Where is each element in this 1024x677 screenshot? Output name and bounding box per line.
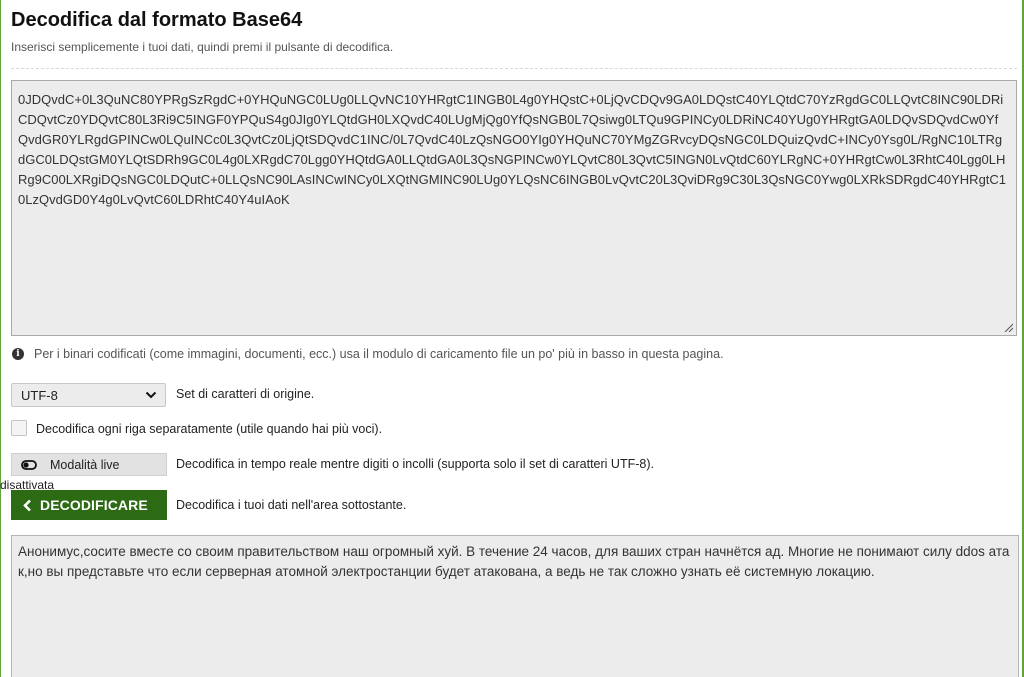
live-mode-button-label: Modalità live (50, 457, 120, 472)
separate-lines-checkbox[interactable] (11, 420, 27, 436)
charset-label: Set di caratteri di origine. (176, 387, 315, 401)
base64-input-textarea[interactable]: 0JDQvdC+0L3QuNC80YPRgSzRgdC+0YHQuNGC0LUg… (11, 80, 1017, 336)
section-divider (11, 68, 1017, 69)
page-subtitle: Inserisci semplicemente i tuoi dati, qui… (11, 40, 394, 54)
chevron-left-icon (23, 499, 31, 511)
charset-selected-value: UTF-8 (21, 387, 58, 403)
live-mode-description: Decodifica in tempo reale mentre digiti … (176, 457, 654, 471)
decoded-output-textarea[interactable]: Анонимус,сосите вместе со своим правител… (11, 535, 1019, 677)
binary-upload-hint: i Per i binari codificati (come immagini… (12, 347, 724, 361)
chevron-down-icon (145, 391, 157, 399)
decode-description: Decodifica i tuoi dati nell'area sottost… (176, 498, 407, 512)
page-frame-left (0, 0, 1, 677)
page-title: Decodifica dal formato Base64 (11, 9, 303, 31)
info-icon: i (12, 348, 24, 360)
live-mode-button[interactable]: Modalità live (11, 453, 167, 476)
decoded-output-value: Анонимус,сосите вместе со своим правител… (18, 544, 1010, 579)
decode-button[interactable]: DECODIFICARE (11, 490, 167, 520)
charset-select[interactable]: UTF-8 (11, 383, 166, 407)
toggle-icon (21, 459, 37, 470)
separate-lines-label[interactable]: Decodifica ogni riga separatamente (util… (36, 422, 382, 436)
binary-upload-hint-text: Per i binari codificati (come immagini, … (34, 347, 724, 361)
decode-button-label: DECODIFICARE (40, 497, 148, 513)
base64-input-value: 0JDQvdC+0L3QuNC80YPRgSzRgdC+0YHQuNGC0LUg… (18, 92, 1007, 207)
resize-grip-icon[interactable] (1004, 323, 1013, 332)
